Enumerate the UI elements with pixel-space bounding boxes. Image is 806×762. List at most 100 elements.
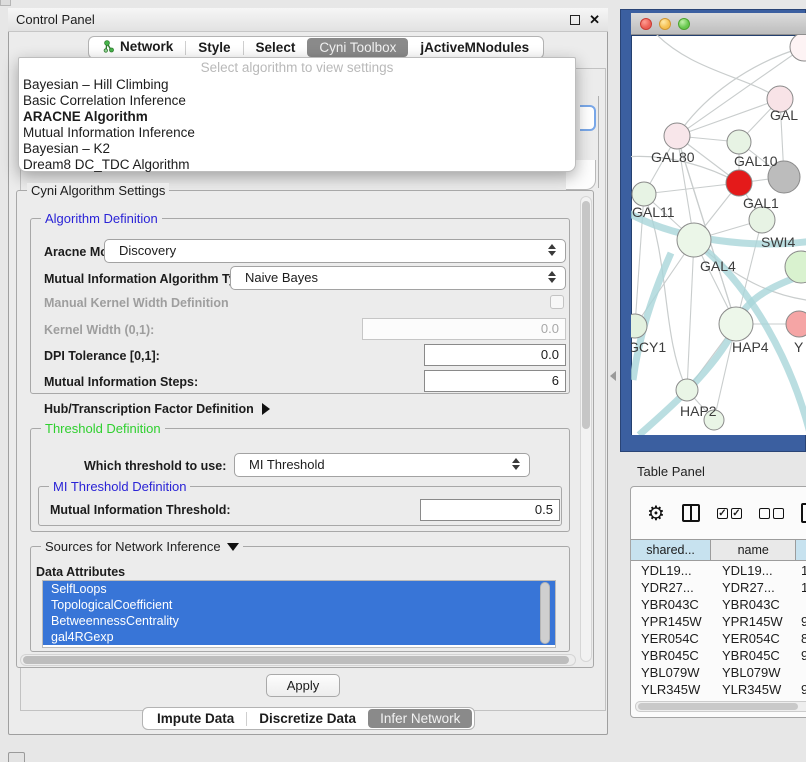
mi-threshold-group-title: MI Threshold Definition	[49, 479, 190, 494]
dropdown-item[interactable]: Bayesian – Hill Climbing	[19, 77, 575, 93]
data-attributes-label: Data Attributes	[36, 565, 125, 579]
manual-kernel-checkbox[interactable]	[550, 295, 564, 309]
checked-box-icon: ✓	[731, 508, 742, 519]
table-row[interactable]: YBR043CYBR043C	[631, 596, 806, 613]
zoom-traffic-light-icon[interactable]	[678, 18, 690, 30]
gear-icon[interactable]: ⚙	[647, 501, 665, 526]
network-edge	[653, 35, 780, 99]
tab-infer-network[interactable]: Infer Network	[368, 709, 472, 728]
splitter-collapse-arrow-icon[interactable]	[610, 371, 616, 381]
network-node[interactable]	[719, 307, 753, 341]
unchecked-box-icon	[759, 508, 770, 519]
column-header-partial[interactable]	[796, 540, 806, 560]
attribute-list-scrollbar[interactable]	[540, 582, 550, 644]
cell: 9.	[798, 647, 806, 664]
mi-threshold-field[interactable]: 0.5	[420, 499, 560, 521]
column-header-name[interactable]: name	[711, 540, 796, 560]
node-label: GAL80	[651, 149, 695, 165]
aracne-mode-value: Discovery	[119, 243, 176, 258]
screen: Control Panel ✕ Network Style Select Cyn…	[0, 0, 806, 762]
network-node[interactable]	[727, 130, 751, 154]
dpi-tolerance-label: DPI Tolerance [0,1]:	[44, 349, 160, 363]
select-all-checkboxes-icon[interactable]: ✓ ✓	[717, 508, 742, 519]
which-threshold-value: MI Threshold	[249, 457, 325, 472]
columns-icon[interactable]	[682, 504, 700, 522]
cell: YDL19...	[712, 562, 798, 579]
expand-arrow-icon	[262, 403, 270, 415]
float-window-icon[interactable]	[570, 15, 580, 25]
attribute-item[interactable]: SelfLoops	[43, 581, 555, 597]
network-node[interactable]	[786, 311, 806, 337]
deselect-all-checkboxes-icon[interactable]	[759, 508, 784, 519]
mi-type-combo[interactable]: Naive Bayes	[230, 266, 566, 290]
table-row[interactable]: YER054CYER054C8.	[631, 630, 806, 647]
table-row[interactable]: YLR345WYLR345W9.	[631, 681, 806, 698]
tab-style[interactable]: Style	[186, 38, 242, 57]
tab-jactivemnodules[interactable]: jActiveMNodules	[408, 38, 541, 57]
table-panel: ⚙ ✓ ✓ shared... name YDL19...YDL19...13 …	[630, 486, 806, 718]
mi-steps-field[interactable]: 6	[424, 370, 566, 392]
threshold-definition-title: Threshold Definition	[41, 421, 165, 436]
hub-definition-toggle[interactable]: Hub/Transcription Factor Definition	[44, 402, 270, 416]
dpi-tolerance-field[interactable]: 0.0	[424, 344, 566, 366]
cell: YER054C	[631, 630, 712, 647]
attribute-item[interactable]: gal4RGexp	[43, 629, 555, 645]
aracne-mode-combo[interactable]: Discovery	[104, 239, 566, 263]
cell: YER054C	[712, 630, 798, 647]
table-row[interactable]: YDL19...YDL19...13	[631, 562, 806, 579]
apply-button[interactable]: Apply	[266, 674, 340, 697]
settings-vertical-scrollbar-thumb[interactable]	[582, 201, 590, 429]
settings-horizontal-scrollbar-thumb[interactable]	[23, 656, 569, 664]
settings-vertical-scrollbar[interactable]	[580, 196, 592, 662]
node-label: SWI4	[761, 234, 795, 250]
which-threshold-combo[interactable]: MI Threshold	[234, 453, 530, 477]
network-node[interactable]	[676, 379, 698, 401]
document-icon[interactable]	[801, 503, 806, 523]
cell	[798, 596, 806, 613]
dropdown-item[interactable]: Bayesian – K2	[19, 141, 575, 157]
column-header-shared[interactable]: shared...	[631, 540, 711, 560]
dropdown-item-selected[interactable]: ARACNE Algorithm	[19, 109, 575, 125]
corner-notch	[0, 0, 11, 6]
algorithm-definition-title: Algorithm Definition	[41, 211, 162, 226]
table-horizontal-scrollbar-thumb[interactable]	[638, 703, 798, 710]
network-window-titlebar[interactable]	[631, 13, 806, 35]
table-row[interactable]: YBR045CYBR045C9.	[631, 647, 806, 664]
attribute-item[interactable]: TopologicalCoefficient	[43, 597, 555, 613]
tab-impute-data[interactable]: Impute Data	[145, 709, 246, 728]
kernel-width-field[interactable]: 0.0	[362, 318, 566, 340]
settings-horizontal-scrollbar[interactable]	[20, 654, 576, 666]
algorithm-dropdown-popup: Select algorithm to view settings Bayesi…	[18, 57, 576, 172]
close-traffic-light-icon[interactable]	[640, 18, 652, 30]
minimize-traffic-light-icon[interactable]	[659, 18, 671, 30]
cell: YBR043C	[631, 596, 712, 613]
dropdown-item[interactable]: Mutual Information Inference	[19, 125, 575, 141]
table-horizontal-scrollbar[interactable]	[635, 701, 806, 712]
tab-select[interactable]: Select	[244, 38, 308, 57]
dropdown-item[interactable]: Dream8 DC_TDC Algorithm	[19, 157, 575, 173]
tab-cyni-toolbox[interactable]: Cyni Toolbox	[307, 38, 408, 57]
tab-network[interactable]: Network	[91, 37, 185, 58]
table-row[interactable]: YDR27...YDR27...12	[631, 579, 806, 596]
network-canvas[interactable]: GALGAL80GAL10GAL1GAL11GAL4SWI4GCY1HAP4YH…	[631, 35, 806, 435]
network-node[interactable]	[677, 223, 711, 257]
bottom-left-widget-icon[interactable]	[8, 752, 25, 762]
hub-definition-label: Hub/Transcription Factor Definition	[44, 402, 254, 416]
network-node[interactable]	[632, 182, 656, 206]
data-attributes-list[interactable]: SelfLoops TopologicalCoefficient Between…	[42, 580, 556, 648]
dropdown-item[interactable]: Basic Correlation Inference	[19, 93, 575, 109]
cell: 9.	[798, 681, 806, 698]
network-node[interactable]	[664, 123, 690, 149]
sources-group-title[interactable]: Sources for Network Inference	[41, 539, 243, 554]
which-threshold-label: Which threshold to use:	[84, 459, 226, 473]
close-icon[interactable]: ✕	[589, 12, 600, 28]
network-node[interactable]	[790, 35, 806, 61]
table-row[interactable]: YPR145WYPR145W9.	[631, 613, 806, 630]
network-node[interactable]	[726, 170, 752, 196]
table-row[interactable]: YBL079WYBL079W	[631, 664, 806, 681]
cell: YDR27...	[631, 579, 712, 596]
bottom-tab-bar: Impute Data Discretize Data Infer Networ…	[142, 707, 475, 730]
attribute-item[interactable]: BetweennessCentrality	[43, 613, 555, 629]
kernel-width-label: Kernel Width (0,1):	[44, 323, 154, 337]
tab-discretize-data[interactable]: Discretize Data	[247, 709, 368, 728]
